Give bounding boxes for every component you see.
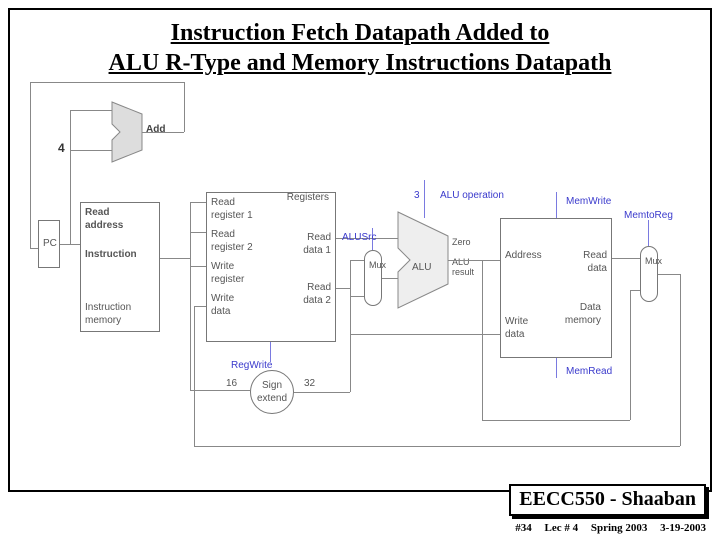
block-registers: Registers Readregister 1 Readregister 2 … (206, 192, 336, 342)
add-label: Add (146, 124, 165, 135)
block-instruction-memory: Readaddress Instruction Instructionmemor… (80, 202, 160, 332)
alu-name: ALU (412, 262, 431, 273)
mux2-label: Mux (645, 256, 662, 266)
dmem-address: Address (505, 249, 542, 262)
footer-meta: #34 Lec # 4 Spring 2003 3-19-2003 (505, 522, 706, 534)
signal-regwrite: RegWrite (231, 360, 273, 371)
signal-memwrite: MemWrite (566, 196, 611, 207)
course-label: EECC550 - Shaaban (519, 488, 696, 510)
slide-frame: Instruction Fetch Datapath Added to ALU … (8, 8, 712, 492)
sign-in-width: 16 (226, 378, 237, 389)
signal-memread: MemRead (566, 366, 612, 377)
title-line2: ALU R-Type and Memory Instructions Datap… (109, 50, 612, 76)
title-line1: Instruction Fetch Datapath Added to (171, 20, 550, 46)
footer-course-badge: EECC550 - Shaaban (509, 484, 706, 516)
instr-mem-name: Instructionmemory (85, 301, 131, 327)
instr-instruction-port: Instruction (85, 248, 155, 261)
read-data-1: Readdata 1 (303, 231, 331, 257)
alu-zero: Zero (452, 238, 471, 248)
sign-out-width: 32 (304, 378, 315, 389)
mux1-label: Mux (369, 260, 386, 270)
const-4: 4 (58, 142, 65, 155)
datapath-diagram: PC Readaddress Instruction Instructionme… (26, 110, 694, 480)
instr-read-address: Readaddress (85, 206, 155, 232)
slide-title: Instruction Fetch Datapath Added to ALU … (10, 10, 710, 92)
read-data-2: Readdata 2 (303, 281, 331, 307)
registers-header: Registers (287, 191, 329, 204)
block-sign-extend: Signextend (250, 370, 294, 414)
block-pc: PC (38, 220, 60, 268)
signal-alu-operation: ALU operation (440, 190, 504, 201)
pc-label: PC (43, 238, 57, 249)
sign-extend-label: Signextend (257, 380, 287, 404)
footer-date: 3-19-2003 (660, 522, 706, 534)
dmem-name: Datamemory (565, 301, 601, 327)
dmem-write-data: Writedata (505, 315, 528, 341)
block-data-memory: Address Writedata Readdata Datamemory (500, 218, 612, 358)
block-mux-alusrc: Mux (364, 250, 382, 306)
footer-slide: #34 (515, 522, 532, 534)
block-mux-memtoreg: Mux (640, 246, 658, 302)
footer-lecture: Lec # 4 (545, 522, 579, 534)
signal-alusrc: ALUSrc (342, 232, 376, 243)
footer-term: Spring 2003 (591, 522, 648, 534)
alu-op-width: 3 (414, 190, 420, 201)
signal-memtoreg: MemtoReg (624, 210, 673, 221)
dmem-read-data: Readdata (583, 249, 607, 275)
